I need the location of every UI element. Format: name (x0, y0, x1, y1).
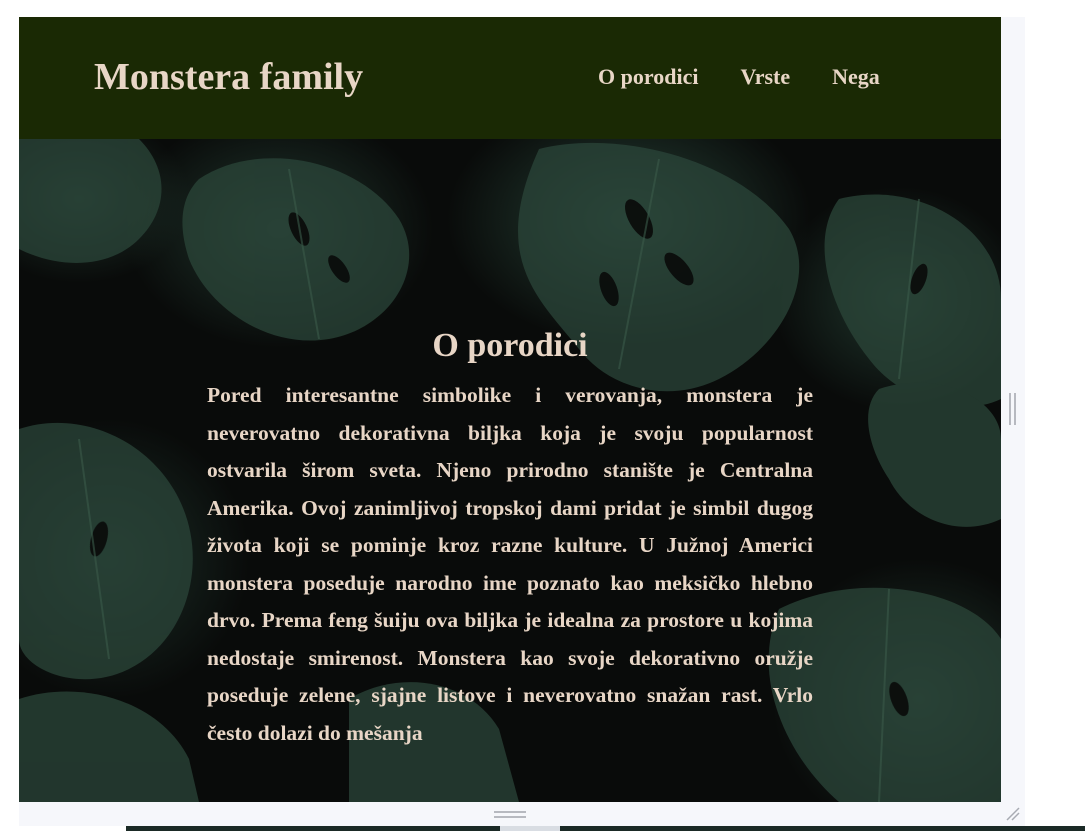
site-header: Monstera family O porodici Vrste Nega (19, 17, 1001, 139)
about-paragraph: Pored interesantne simbolike i verovanja… (207, 383, 813, 745)
resize-corner-icon[interactable] (1003, 804, 1021, 822)
preview-frame: Monstera family O porodici Vrste Nega O … (0, 0, 1085, 831)
nav-link-vrste[interactable]: Vrste (740, 64, 790, 90)
resize-handle-icon[interactable] (494, 811, 526, 818)
resize-handle-icon[interactable] (1009, 393, 1016, 425)
bottom-strip-dark (126, 826, 1085, 831)
bottom-strip (0, 826, 1085, 831)
page-viewport: Monstera family O porodici Vrste Nega O … (19, 17, 1001, 802)
brand-title: Monstera family (94, 56, 364, 98)
nav-link-nega[interactable]: Nega (832, 64, 880, 90)
bottom-strip-pale (500, 826, 560, 831)
hero-section: O porodici Pored interesantne simbolike … (19, 139, 1001, 802)
about-content: O porodici Pored interesantne simbolike … (207, 327, 813, 752)
nav-link-o-porodici[interactable]: O porodici (598, 64, 698, 90)
section-title: O porodici (432, 327, 588, 364)
main-nav: O porodici Vrste Nega (598, 64, 880, 90)
